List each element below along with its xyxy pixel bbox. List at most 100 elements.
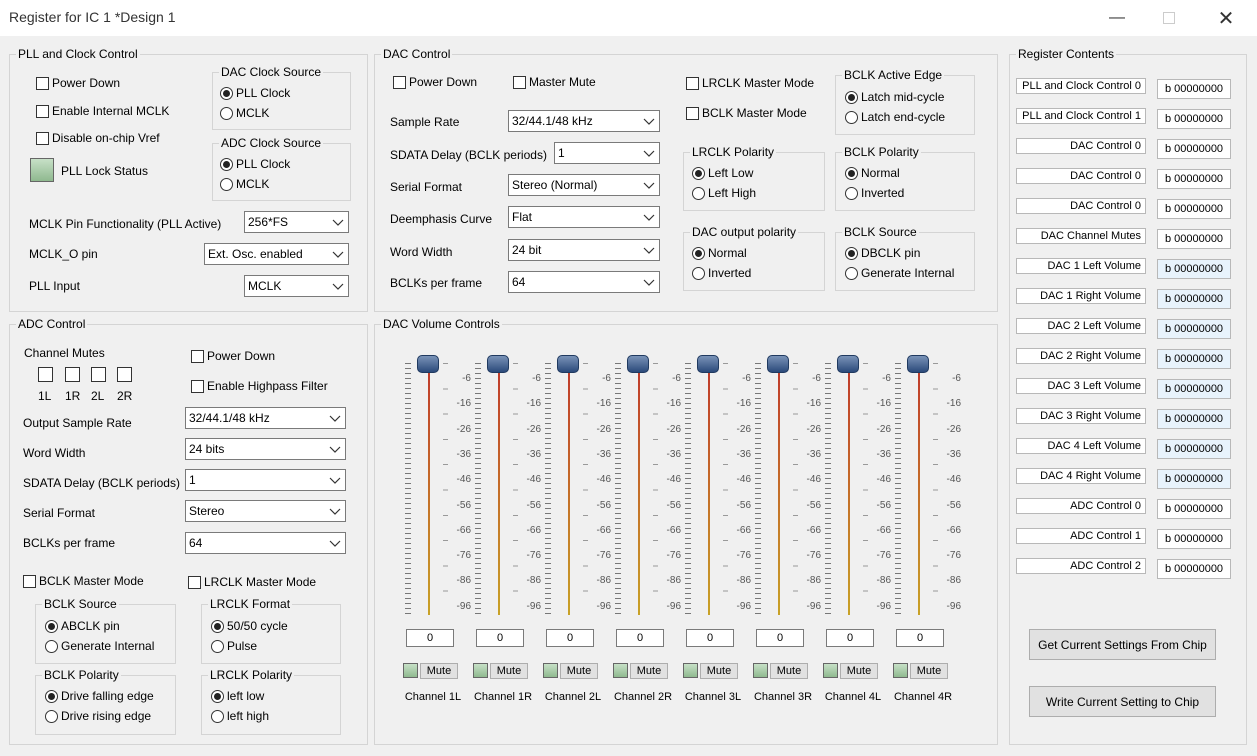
- volume-slider-track[interactable]: [428, 365, 430, 615]
- dac-bclk-inverted-radio[interactable]: Inverted: [845, 186, 904, 200]
- dac-word-width-select[interactable]: 24 bit: [508, 239, 660, 261]
- volume-slider-thumb[interactable]: [697, 355, 719, 373]
- volume-slider-thumb[interactable]: [627, 355, 649, 373]
- register-value[interactable]: b 00000000: [1157, 289, 1231, 309]
- adc-mute-1r-checkbox[interactable]: [65, 367, 80, 382]
- register-value[interactable]: b 00000000: [1157, 559, 1231, 579]
- adc-bclk-master-checkbox[interactable]: BCLK Master Mode: [23, 574, 144, 588]
- volume-value-field[interactable]: 0: [476, 629, 524, 647]
- volume-slider-track[interactable]: [918, 365, 920, 615]
- dac-bclk-normal-radio[interactable]: Normal: [845, 166, 900, 180]
- output-inverted-radio[interactable]: Inverted: [692, 266, 751, 280]
- minimize-button[interactable]: —: [1094, 0, 1140, 36]
- adc-sample-rate-select[interactable]: 32/44.1/48 kHz: [185, 407, 346, 429]
- channel-mute-button[interactable]: Mute: [630, 663, 668, 679]
- register-value[interactable]: b 00000000: [1157, 439, 1231, 459]
- adc-bclks-select[interactable]: 64: [185, 532, 346, 554]
- volume-value-field[interactable]: 0: [546, 629, 594, 647]
- register-value[interactable]: b 00000000: [1157, 319, 1231, 339]
- drive-falling-edge-radio[interactable]: Drive falling edge: [45, 689, 154, 703]
- latch-end-cycle-radio[interactable]: Latch end-cycle: [845, 110, 945, 124]
- volume-value-field[interactable]: 0: [756, 629, 804, 647]
- adc-clock-mclk-radio[interactable]: MCLK: [220, 177, 269, 191]
- register-value[interactable]: b 00000000: [1157, 109, 1231, 129]
- volume-slider-track[interactable]: [778, 365, 780, 615]
- adc-lrclk-master-checkbox[interactable]: LRCLK Master Mode: [188, 575, 316, 589]
- adc-left-low-radio[interactable]: left low: [211, 689, 264, 703]
- register-value[interactable]: b 00000000: [1157, 79, 1231, 99]
- disable-vref-checkbox[interactable]: Disable on-chip Vref: [36, 131, 160, 145]
- pulse-radio[interactable]: Pulse: [211, 639, 257, 653]
- adc-power-down-checkbox[interactable]: Power Down: [191, 349, 275, 363]
- volume-value-field[interactable]: 0: [896, 629, 944, 647]
- adc-serial-select[interactable]: Stereo: [185, 500, 346, 522]
- dac-generate-internal-radio[interactable]: Generate Internal: [845, 266, 954, 280]
- channel-mute-button[interactable]: Mute: [840, 663, 878, 679]
- volume-slider-thumb[interactable]: [557, 355, 579, 373]
- dac-sample-rate-select[interactable]: 32/44.1/48 kHz: [508, 110, 660, 132]
- adc-left-high-radio[interactable]: left high: [211, 709, 269, 723]
- volume-value-field[interactable]: 0: [616, 629, 664, 647]
- abclk-pin-radio[interactable]: ABCLK pin: [45, 619, 120, 633]
- channel-mute-button[interactable]: Mute: [420, 663, 458, 679]
- adc-generate-internal-radio[interactable]: Generate Internal: [45, 639, 154, 653]
- drive-rising-edge-radio[interactable]: Drive rising edge: [45, 709, 151, 723]
- volume-slider-thumb[interactable]: [907, 355, 929, 373]
- register-value[interactable]: b 00000000: [1157, 229, 1231, 249]
- enable-highpass-checkbox[interactable]: Enable Highpass Filter: [191, 379, 328, 393]
- pll-power-down-checkbox[interactable]: Power Down: [36, 76, 120, 90]
- register-value[interactable]: b 00000000: [1157, 469, 1231, 489]
- channel-mute-button[interactable]: Mute: [910, 663, 948, 679]
- adc-mute-2l-checkbox[interactable]: [91, 367, 106, 382]
- left-high-radio[interactable]: Left High: [692, 186, 756, 200]
- dac-bclk-master-checkbox[interactable]: BCLK Master Mode: [686, 106, 807, 120]
- volume-value-field[interactable]: 0: [406, 629, 454, 647]
- volume-slider-track[interactable]: [708, 365, 710, 615]
- left-low-radio[interactable]: Left Low: [692, 166, 753, 180]
- channel-mute-button[interactable]: Mute: [700, 663, 738, 679]
- volume-slider-track[interactable]: [638, 365, 640, 615]
- mclk-o-select[interactable]: Ext. Osc. enabled: [204, 243, 349, 265]
- dac-serial-format-select[interactable]: Stereo (Normal): [508, 174, 660, 196]
- latch-mid-cycle-radio[interactable]: Latch mid-cycle: [845, 90, 944, 104]
- register-value[interactable]: b 00000000: [1157, 529, 1231, 549]
- register-value[interactable]: b 00000000: [1157, 199, 1231, 219]
- adc-mute-2r-checkbox[interactable]: [117, 367, 132, 382]
- get-settings-button[interactable]: Get Current Settings From Chip: [1029, 629, 1216, 660]
- dac-lrclk-master-checkbox[interactable]: LRCLK Master Mode: [686, 76, 814, 90]
- deemphasis-select[interactable]: Flat: [508, 206, 660, 228]
- volume-slider-thumb[interactable]: [417, 355, 439, 373]
- volume-slider-thumb[interactable]: [837, 355, 859, 373]
- adc-sdata-select[interactable]: 1: [185, 469, 346, 491]
- pll-input-select[interactable]: MCLK: [244, 275, 349, 297]
- enable-internal-mclk-checkbox[interactable]: Enable Internal MCLK: [36, 104, 169, 118]
- volume-slider-track[interactable]: [848, 365, 850, 615]
- write-settings-button[interactable]: Write Current Setting to Chip: [1029, 686, 1216, 717]
- fifty-fifty-cycle-radio[interactable]: 50/50 cycle: [211, 619, 288, 633]
- dac-clock-mclk-radio[interactable]: MCLK: [220, 106, 269, 120]
- volume-slider-track[interactable]: [498, 365, 500, 615]
- volume-value-field[interactable]: 0: [686, 629, 734, 647]
- register-value[interactable]: b 00000000: [1157, 349, 1231, 369]
- register-value[interactable]: b 00000000: [1157, 379, 1231, 399]
- volume-slider-thumb[interactable]: [767, 355, 789, 373]
- channel-mute-button[interactable]: Mute: [560, 663, 598, 679]
- output-normal-radio[interactable]: Normal: [692, 246, 747, 260]
- mclk-pin-select[interactable]: 256*FS: [244, 211, 349, 233]
- adc-word-width-select[interactable]: 24 bits: [185, 438, 346, 460]
- register-value[interactable]: b 00000000: [1157, 259, 1231, 279]
- volume-value-field[interactable]: 0: [826, 629, 874, 647]
- dac-clock-pll-radio[interactable]: PLL Clock: [220, 86, 290, 100]
- volume-slider-track[interactable]: [568, 365, 570, 615]
- channel-mute-button[interactable]: Mute: [490, 663, 528, 679]
- adc-mute-1l-checkbox[interactable]: [38, 367, 53, 382]
- master-mute-checkbox[interactable]: Master Mute: [513, 75, 596, 89]
- volume-slider-thumb[interactable]: [487, 355, 509, 373]
- channel-mute-button[interactable]: Mute: [770, 663, 808, 679]
- register-value[interactable]: b 00000000: [1157, 499, 1231, 519]
- register-value[interactable]: b 00000000: [1157, 169, 1231, 189]
- adc-clock-pll-radio[interactable]: PLL Clock: [220, 157, 290, 171]
- dac-sdata-delay-select[interactable]: 1: [554, 142, 660, 164]
- dbclk-pin-radio[interactable]: DBCLK pin: [845, 246, 920, 260]
- register-value[interactable]: b 00000000: [1157, 139, 1231, 159]
